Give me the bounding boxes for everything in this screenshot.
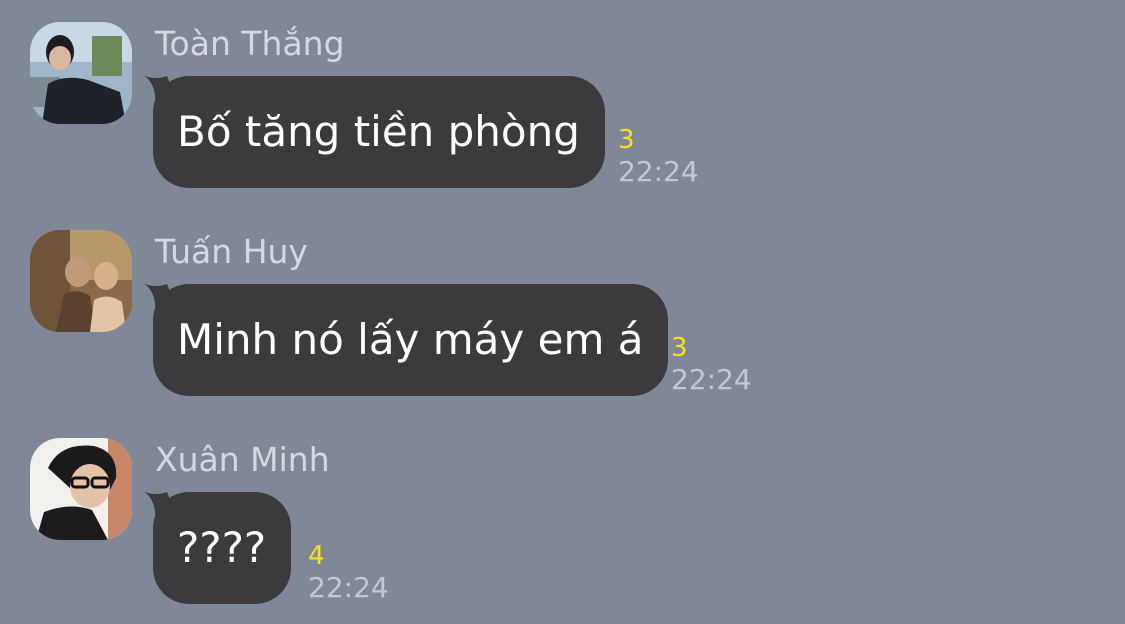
- unread-count: 4: [308, 541, 325, 571]
- sender-name: Toàn Thắng: [155, 24, 345, 63]
- avatar[interactable]: [30, 230, 132, 332]
- message-bubble-wrap: Bố tăng tiền phòng: [145, 76, 605, 188]
- message-meta: 3 22:24: [671, 333, 752, 397]
- message-bubble[interactable]: Bố tăng tiền phòng: [153, 76, 605, 188]
- message-bubble[interactable]: Minh nó lấy máy em á: [153, 284, 669, 396]
- avatar-photo: [30, 22, 132, 124]
- avatar-photo: [30, 230, 132, 332]
- message-bubble[interactable]: ????: [153, 492, 292, 604]
- avatar[interactable]: [30, 438, 132, 540]
- message-bubble-wrap: ????: [145, 492, 292, 604]
- sender-name: Xuân Minh: [155, 440, 330, 479]
- avatar-photo: [30, 438, 132, 540]
- timestamp: 22:24: [671, 363, 752, 396]
- unread-count: 3: [671, 333, 688, 363]
- message-meta: 4 22:24: [308, 541, 389, 605]
- sender-name: Tuấn Huy: [155, 232, 308, 271]
- timestamp: 22:24: [618, 155, 699, 188]
- timestamp: 22:24: [308, 571, 389, 604]
- avatar[interactable]: [30, 22, 132, 124]
- message-bubble-wrap: Minh nó lấy máy em á: [145, 284, 669, 396]
- message-meta: 3 22:24: [618, 125, 699, 189]
- unread-count: 3: [618, 125, 635, 155]
